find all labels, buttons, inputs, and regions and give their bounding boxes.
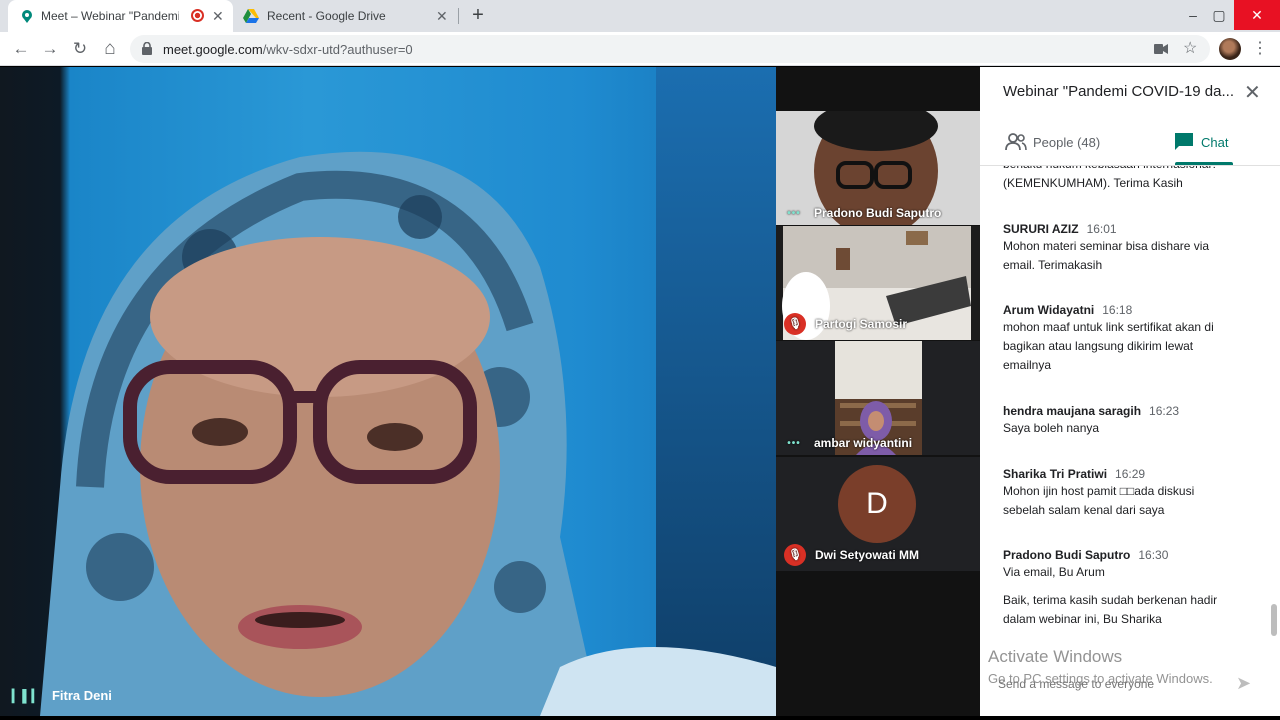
chat-message-text: Via email, Bu Arum (1003, 565, 1105, 579)
chat-message-header: SURURI AZIZ 16:01 (1003, 222, 1117, 236)
forward-button[interactable]: → (39, 38, 61, 60)
chat-author: hendra maujana saragih (1003, 404, 1142, 418)
drive-favicon-icon (243, 9, 259, 23)
mic-off-icon: 🎙 (784, 313, 806, 335)
close-window-button[interactable]: ✕ (1234, 0, 1280, 30)
new-tab-button[interactable]: + (468, 4, 488, 28)
main-participant-name: Fitra Deni (51, 688, 112, 703)
tab-separator (458, 8, 459, 24)
chat-scrollbar[interactable] (1271, 604, 1277, 636)
chat-author: Sharika Tri Pratiwi (1003, 467, 1108, 481)
bottom-strip (0, 716, 1280, 720)
chat-author: Arum Widayatni (1003, 303, 1095, 317)
thumbnail-tile[interactable]: D 🎙 Dwi Setyowati MM (776, 457, 980, 571)
chat-time: 16:30 (1138, 548, 1169, 562)
thumbnail-name: Partogi Samosir (815, 317, 908, 331)
participant-initial-avatar: D (838, 465, 916, 543)
thumbnail-label: 🎙 Dwi Setyowati MM (784, 544, 919, 566)
tab-chat[interactable]: Chat (1175, 133, 1228, 151)
url-host: meet.google.com (163, 42, 263, 57)
home-button[interactable]: ⌂ (99, 38, 121, 60)
tab-title: Meet – Webinar "Pandemi C (41, 9, 179, 23)
chat-message-text: Mohon materi seminar bisa dishare via em… (1003, 239, 1210, 272)
chat-tab-label: Chat (1201, 134, 1229, 150)
thumbnail-name: Pradono Budi Saputro (814, 206, 942, 220)
tab-meet[interactable]: Meet – Webinar "Pandemi C ✕ (8, 0, 233, 32)
activate-title: Activate Windows (988, 647, 1123, 666)
chat-message-header: Arum Widayatni 16:18 (1003, 303, 1132, 317)
profile-avatar[interactable] (1219, 38, 1241, 60)
tab-people[interactable]: People (48) (1005, 133, 1100, 151)
people-tab-label: People (48) (1033, 134, 1101, 150)
people-icon (1005, 133, 1027, 151)
main-participant-label: ▎▌▎ Fitra Deni (12, 688, 112, 703)
reload-button[interactable]: ↻ (69, 38, 91, 60)
main-video-tile[interactable]: ▎▌▎ Fitra Deni (0, 67, 776, 716)
chat-message-text: Saya boleh nanya (1003, 421, 1100, 435)
chat-messages[interactable]: berlaku hukum kebiasaan internasional? (… (980, 166, 1280, 638)
thumbnail-tile[interactable]: ••• Pradono Budi Saputro (776, 111, 980, 225)
camera-icon[interactable] (1154, 44, 1168, 54)
url-path: /wkv-sdxr-utd?authuser=0 (262, 42, 413, 57)
chat-message-text: berlaku hukum kebiasaan internasional? (… (1003, 166, 1218, 190)
thumbnail-label: 🎙 Partogi Samosir (784, 313, 907, 335)
audio-level-icon: ▎▌▎ (12, 688, 42, 703)
back-button[interactable]: ← (10, 38, 32, 60)
chat-time: 16:18 (1102, 303, 1133, 317)
speaking-dots-icon: ••• (787, 437, 801, 449)
browser-toolbar: ← → ↻ ⌂ meet.google.com/wkv-sdxr-utd?aut… (0, 32, 1280, 66)
participant-thumbnails: ••• Pradono Budi Saputro 🎙 Partogi Samos… (776, 67, 980, 716)
tab-close-icon[interactable]: ✕ (436, 8, 448, 25)
chat-message-header: Sharika Tri Pratiwi 16:29 (1003, 467, 1145, 481)
chat-author: SURURI AZIZ (1003, 222, 1079, 236)
browser-tabstrip: Meet – Webinar "Pandemi C ✕ Recent - Goo… (0, 0, 1280, 32)
chat-message-text: mohon maaf untuk link sertifikat akan di… (1003, 320, 1214, 372)
chat-author: Pradono Budi Saputro (1003, 548, 1131, 562)
meet-favicon-icon (22, 10, 32, 23)
address-bar[interactable]: meet.google.com/wkv-sdxr-utd?authuser=0 … (130, 35, 1210, 63)
mic-off-icon: 🎙 (784, 544, 806, 566)
chat-message-header: hendra maujana saragih 16:23 (1003, 404, 1179, 418)
thumbnail-label: ••• ambar widyantini (784, 436, 912, 450)
chat-time: 16:23 (1149, 404, 1180, 418)
chat-time: 16:01 (1086, 222, 1117, 236)
thumbnail-name: Dwi Setyowati MM (815, 548, 920, 562)
recording-icon (191, 9, 204, 22)
speaking-dots-icon: ••• (787, 207, 801, 219)
url-text[interactable]: meet.google.com/wkv-sdxr-utd?authuser=0 (163, 42, 413, 57)
chat-message-text: Baik, terima kasih sudah berkenan hadir … (1003, 593, 1218, 626)
speaker-video (40, 151, 776, 716)
thumbnail-tile[interactable]: ••• ambar widyantini (776, 341, 980, 455)
bookmark-star-icon[interactable]: ☆ (1183, 38, 1197, 58)
thumbnail-label: ••• Pradono Budi Saputro (784, 206, 941, 220)
tab-drive[interactable]: Recent - Google Drive ✕ (233, 0, 458, 32)
chat-time: 16:29 (1115, 467, 1146, 481)
close-panel-icon[interactable]: ✕ (1244, 80, 1261, 105)
browser-menu-button[interactable]: ⋮ (1249, 38, 1271, 60)
chat-message-text: Mohon ijin host pamit □□ada diskusi sebe… (1003, 484, 1195, 517)
side-panel: Webinar "Pandemi COVID-19 da... ✕ People… (980, 67, 1280, 716)
thumbnail-tile[interactable]: 🎙 Partogi Samosir (776, 226, 980, 340)
chat-icon (1175, 133, 1193, 150)
tab-close-icon[interactable]: ✕ (212, 8, 224, 25)
chat-message-header: Pradono Budi Saputro 16:30 (1003, 548, 1168, 562)
send-icon[interactable]: ➤ (1236, 673, 1251, 694)
chat-message-input[interactable] (998, 677, 1228, 691)
meeting-title: Webinar "Pandemi COVID-19 da... (1003, 83, 1234, 100)
lock-icon (142, 42, 152, 55)
tab-title: Recent - Google Drive (267, 9, 386, 23)
thumbnail-name: ambar widyantini (814, 436, 913, 450)
